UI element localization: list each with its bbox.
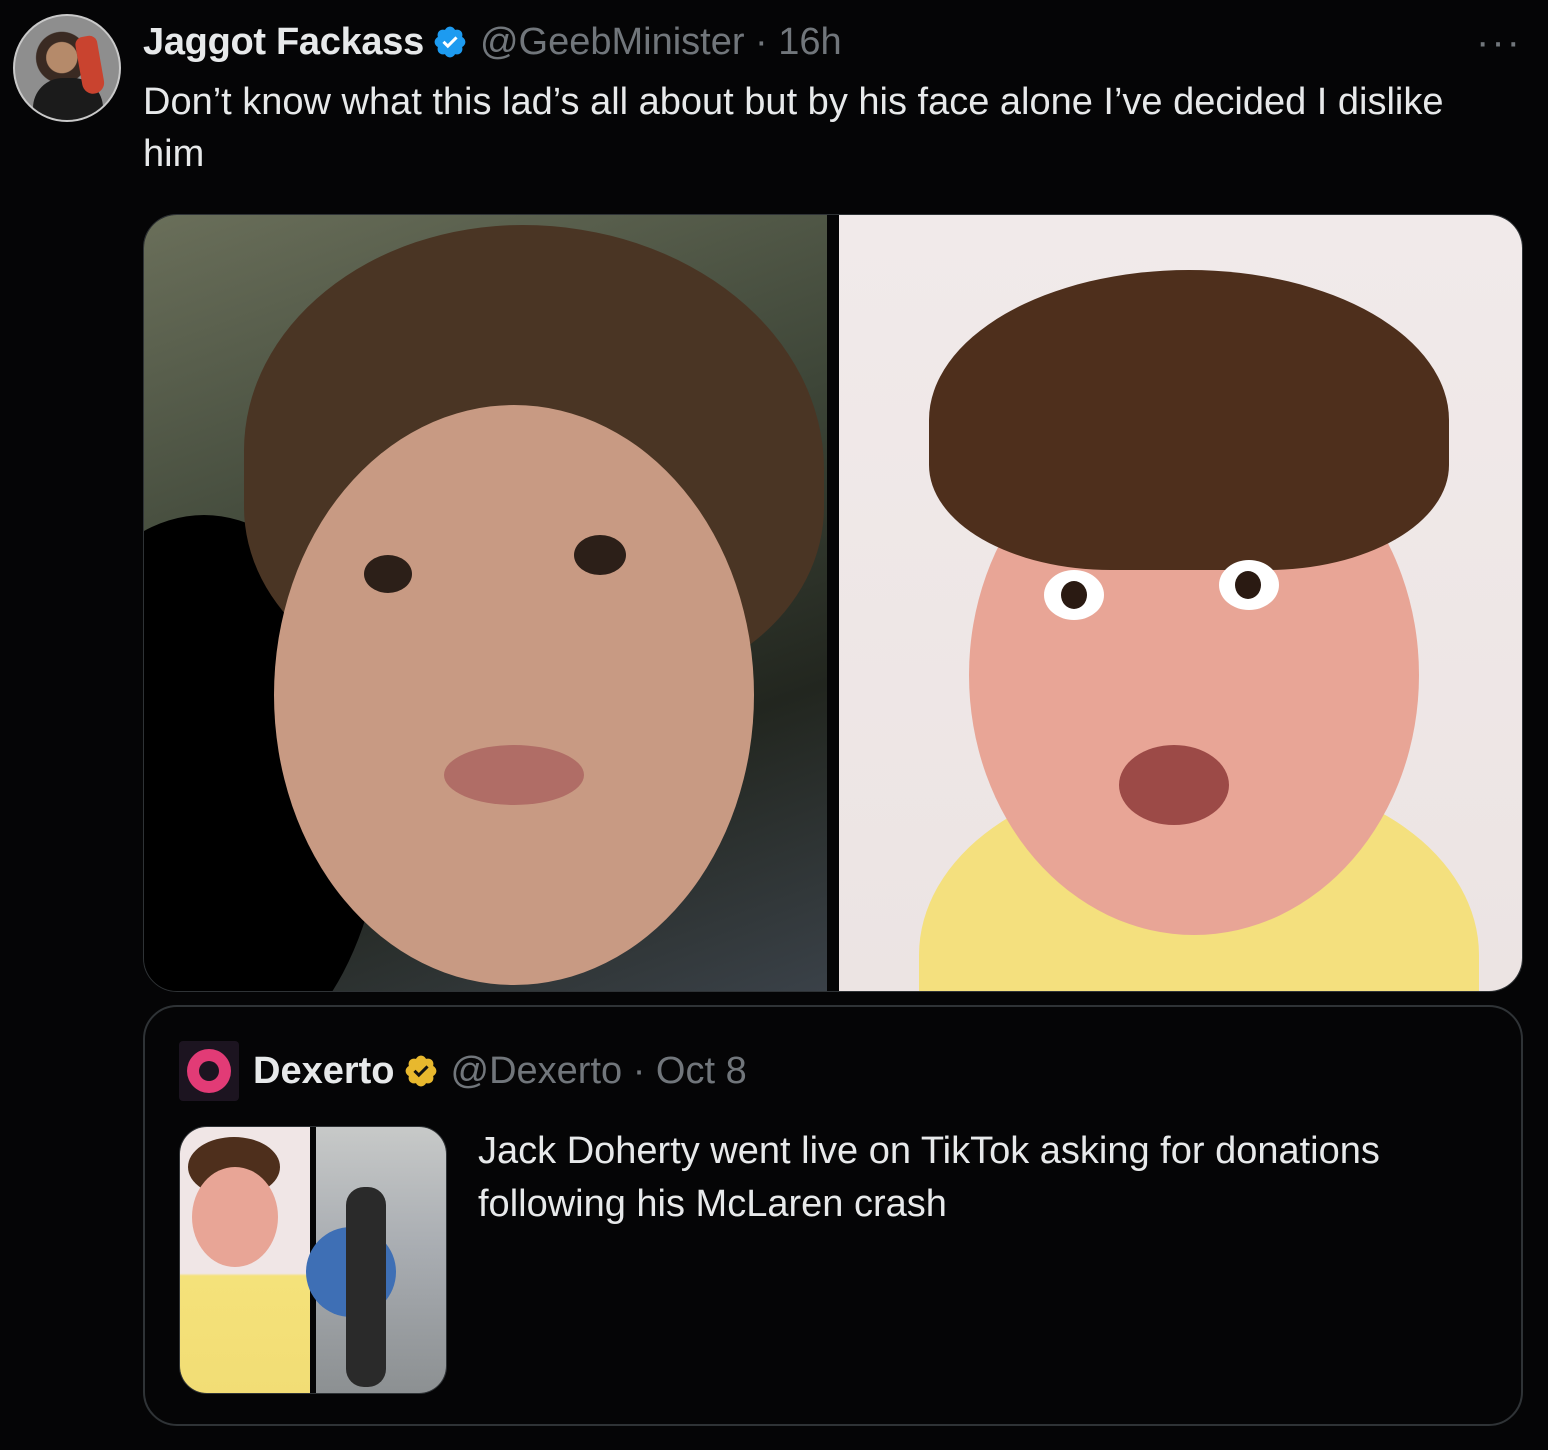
author-display-name[interactable]: Jaggot Fackass	[143, 21, 424, 64]
eye-left	[364, 555, 412, 593]
author-avatar[interactable]	[13, 14, 121, 122]
tweet-media[interactable]	[143, 214, 1523, 992]
author-handle-and-time[interactable]: @GeebMinister · 16h	[480, 21, 842, 64]
media-photo-left[interactable]	[144, 215, 828, 991]
open-mouth-shape	[1118, 745, 1229, 825]
media-divider	[827, 215, 833, 991]
quoted-avatar[interactable]	[179, 1041, 239, 1101]
quoted-handle-and-time[interactable]: @Dexerto · Oct 8	[451, 1050, 747, 1093]
face-shape	[274, 405, 754, 985]
tweet-text: Don’t know what this lad’s all about but…	[143, 81, 1444, 175]
quoted-tweet-text: Jack Doherty went live on TikTok asking …	[478, 1130, 1380, 1225]
more-options-icon[interactable]: ···	[1476, 22, 1522, 62]
quoted-display-name[interactable]: Dexerto	[253, 1050, 395, 1093]
thumb-person-shape	[346, 1187, 386, 1387]
eye-right	[574, 535, 626, 575]
pupil-right	[1234, 571, 1261, 599]
dexerto-logo-icon	[187, 1049, 231, 1093]
quoted-media-thumbnail[interactable]	[179, 1126, 447, 1394]
thumbnail-photo-right	[306, 1127, 446, 1393]
verified-badge-icon	[434, 26, 466, 58]
pupil-left	[1060, 581, 1087, 609]
media-photo-right[interactable]	[838, 215, 1522, 991]
hair-shape-right	[928, 270, 1449, 570]
quoted-tweet[interactable]: Dexerto @Dexerto · Oct 8 Jack Doherty we…	[143, 1005, 1523, 1426]
thumb-face-shape	[192, 1167, 278, 1267]
tweet-header: Jaggot Fackass @GeebMinister · 16h	[143, 16, 842, 68]
quoted-header: Dexerto @Dexerto · Oct 8	[253, 1045, 747, 1097]
thumbnail-photo-left	[180, 1127, 310, 1393]
mouth-shape	[444, 745, 584, 805]
gold-verified-badge-icon	[405, 1055, 436, 1087]
